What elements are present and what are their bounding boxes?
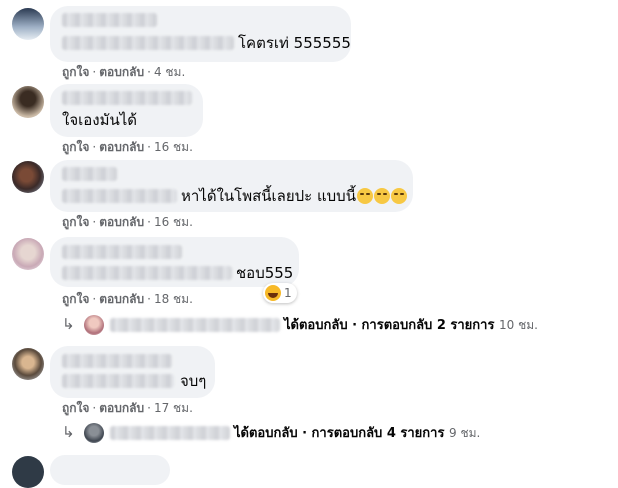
reply-button[interactable]: ตอบกลับ [99,140,144,154]
comment-text-body: หาได้ในโพสนี้เลยปะ แบบนี้ [181,187,356,205]
blurred-name [110,426,230,440]
separator: · [147,65,151,79]
comment-actions: ถูกใจ · ตอบกลับ · 16 ชม. [62,214,193,230]
reply-button[interactable]: ตอบกลับ [99,65,144,79]
like-button[interactable]: ถูกใจ [62,215,89,229]
like-button[interactable]: ถูกใจ [62,401,89,415]
timestamp[interactable]: 16 ชม. [154,215,193,229]
blurred-name [62,245,182,259]
comment-text: ใจเองมันได้ [62,111,137,129]
reply-button[interactable]: ตอบกลับ [99,292,144,306]
smiling-emoji-icon [356,188,373,204]
blurred-name [110,318,280,332]
blurred-text [62,36,234,50]
view-replies-link[interactable]: ↳ ได้ตอบกลับ · การตอบกลับ 4 รายการ 9 ชม. [62,423,582,443]
avatar[interactable] [12,8,44,40]
blurred-name [62,167,117,181]
replies-label: ได้ตอบกลับ · การตอบกลับ 2 รายการ 10 ชม. [284,316,538,335]
reply-button[interactable]: ตอบกลับ [99,401,144,415]
timestamp[interactable]: 17 ชม. [154,401,193,415]
separator: · [147,401,151,415]
comment-bubble [50,455,170,485]
reaction-badge[interactable]: 1 [263,283,297,303]
replies-count-text: ได้ตอบกลับ · การตอบกลับ 2 รายการ [284,318,495,333]
avatar[interactable] [12,456,44,488]
comment-actions: ถูกใจ · ตอบกลับ · 18 ชม. [62,291,193,307]
avatar[interactable] [12,348,44,380]
comment-actions: ถูกใจ · ตอบกลับ · 17 ชม. [62,400,193,416]
comment-text: หาได้ในโพสนี้เลยปะ แบบนี้ [181,187,407,206]
blurred-name [62,91,192,105]
timestamp[interactable]: 16 ชม. [154,140,193,154]
separator: · [147,292,151,306]
separator: · [92,140,97,154]
reply-timestamp: 10 ชม. [499,318,538,332]
like-button[interactable]: ถูกใจ [62,65,89,79]
view-replies-link[interactable]: ↳ ได้ตอบกลับ · การตอบกลับ 2 รายการ 10 ชม… [62,315,582,335]
reaction-count: 1 [284,286,292,300]
separator: · [92,215,97,229]
comment-text: โคตรเท่ 555555 [238,34,351,52]
reply-arrow-icon: ↳ [62,423,75,441]
reply-timestamp: 9 ชม. [449,426,481,440]
comment-text: จบๆ [180,372,207,390]
comment-actions: ถูกใจ · ตอบกลับ · 4 ชม. [62,64,185,80]
reply-button[interactable]: ตอบกลับ [99,215,144,229]
haha-reaction-icon [265,285,281,301]
separator: · [92,401,97,415]
separator: · [147,215,151,229]
blurred-text [62,374,174,388]
timestamp[interactable]: 4 ชม. [154,65,185,79]
avatar[interactable] [12,86,44,118]
separator: · [92,292,97,306]
avatar[interactable] [12,161,44,193]
blurred-text [62,266,232,280]
reply-avatar [84,423,104,443]
replies-label: ได้ตอบกลับ · การตอบกลับ 4 รายการ 9 ชม. [234,424,480,443]
smiling-emoji-icon [390,188,407,204]
replies-count-text: ได้ตอบกลับ · การตอบกลับ 4 รายการ [234,426,445,441]
comment-text: ชอบ555 [236,264,294,282]
avatar[interactable] [12,238,44,270]
timestamp[interactable]: 18 ชม. [154,292,193,306]
comment-actions: ถูกใจ · ตอบกลับ · 16 ชม. [62,139,193,155]
reply-avatar [84,315,104,335]
smiling-emoji-icon [373,188,390,204]
reply-arrow-icon: ↳ [62,315,75,333]
like-button[interactable]: ถูกใจ [62,292,89,306]
blurred-text [62,189,177,203]
like-button[interactable]: ถูกใจ [62,140,89,154]
blurred-name [62,354,172,368]
separator: · [147,140,151,154]
separator: · [92,65,97,79]
blurred-name [62,13,157,27]
